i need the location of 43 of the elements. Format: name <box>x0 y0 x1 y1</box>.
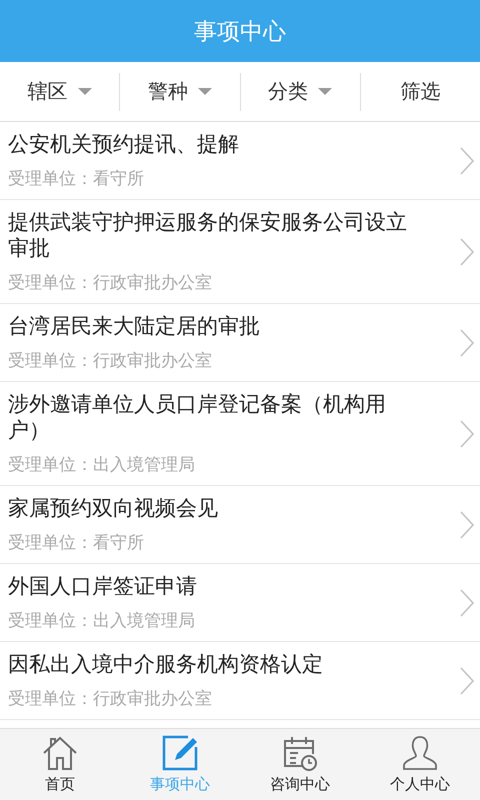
person-icon <box>402 735 438 771</box>
item-unit: 受理单位：出入境管理局 <box>8 610 196 632</box>
list-item[interactable]: 因私出入境中介服务机构资格认定 受理单位：行政审批办公室 <box>0 642 480 720</box>
chevron-icon <box>460 238 474 266</box>
home-icon <box>42 735 78 771</box>
list-item[interactable]: 提供武装守护押运服务的保安服务公司设立审批 受理单位：行政审批办公室 <box>0 200 480 304</box>
caret-icon <box>78 88 92 95</box>
item-unit: 受理单位：看守所 <box>8 168 145 190</box>
item-title: 公安机关预约提讯、提解 <box>8 131 240 157</box>
chevron-icon <box>460 588 474 616</box>
caret-icon <box>318 88 332 95</box>
chevron-icon <box>460 666 474 694</box>
caret-icon <box>198 88 212 95</box>
filter-dropdown[interactable]: 警种 <box>120 72 240 110</box>
chevron-icon <box>460 510 474 538</box>
filter-button[interactable]: 筛选 <box>360 72 480 110</box>
item-unit: 受理单位：出入境管理局 <box>8 454 196 476</box>
tab[interactable]: 首页 <box>0 729 120 800</box>
item-title: 台湾居民来大陆定居的审批 <box>8 313 261 339</box>
tab[interactable]: 个人中心 <box>360 729 480 800</box>
filter-dropdown[interactable]: 分类 <box>240 72 361 110</box>
item-unit: 受理单位：行政审批办公室 <box>8 688 213 710</box>
item-title: 家属预约双向视频会见 <box>8 495 219 521</box>
item-title: 外国人口岸签证申请 <box>8 573 198 599</box>
tab[interactable]: 咨询中心 <box>240 729 360 800</box>
list-item[interactable]: 台湾居民来大陆定居的审批 受理单位：行政审批办公室 <box>0 304 480 382</box>
item-unit: 受理单位：看守所 <box>8 532 145 554</box>
item-unit: 受理单位：行政审批办公室 <box>8 272 213 294</box>
item-unit: 受理单位：行政审批办公室 <box>8 350 213 372</box>
item-title: 涉外邀请单位人员口岸登记备案（机构用户） <box>8 391 387 443</box>
list-item[interactable]: 涉外邀请单位人员口岸登记备案（机构用户） 受理单位：出入境管理局 <box>0 382 480 486</box>
list-item[interactable]: 外国人口岸签证申请 受理单位：出入境管理局 <box>0 564 480 642</box>
chevron-icon <box>460 420 474 448</box>
list-item[interactable]: 家属预约双向视频会见 受理单位：看守所 <box>0 486 480 564</box>
list-item[interactable]: 公安机关预约提讯、提解 受理单位：看守所 <box>0 122 480 200</box>
chevron-icon <box>460 328 474 356</box>
edit-icon <box>162 735 198 771</box>
page-title: 事项中心 <box>194 18 286 46</box>
filter-dropdown[interactable]: 辖区 <box>0 72 120 110</box>
item-title: 因私出入境中介服务机构资格认定 <box>8 651 324 677</box>
item-title: 提供武装守护押运服务的保安服务公司设立审批 <box>8 209 408 261</box>
calendar-clock-icon <box>282 735 318 771</box>
chevron-icon <box>460 146 474 174</box>
